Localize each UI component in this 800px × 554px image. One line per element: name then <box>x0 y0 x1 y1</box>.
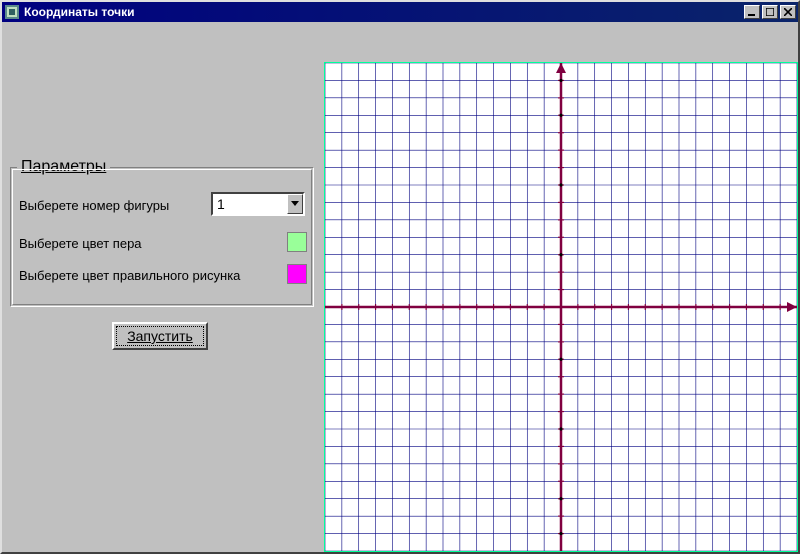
maximize-button[interactable] <box>762 5 778 19</box>
window-buttons <box>744 5 796 19</box>
minimize-button[interactable] <box>744 5 760 19</box>
dropdown-arrow-icon[interactable] <box>287 194 303 214</box>
close-button[interactable] <box>780 5 796 19</box>
parameters-group: Параметры Выберете номер фигуры 1 Выбере… <box>10 167 314 307</box>
run-button[interactable]: Запустить <box>112 322 208 350</box>
app-window: Координаты точки Параметры Выберете номе… <box>0 0 800 554</box>
figure-number-value: 1 <box>213 196 287 212</box>
correct-color-swatch[interactable] <box>287 264 307 284</box>
coordinate-plane[interactable] <box>324 62 798 552</box>
pen-color-swatch[interactable] <box>287 232 307 252</box>
title-bar: Координаты точки <box>2 2 798 22</box>
figure-number-label: Выберете номер фигуры <box>19 198 169 213</box>
client-area: Параметры Выберете номер фигуры 1 Выбере… <box>2 22 798 552</box>
correct-color-label: Выберете цвет правильного рисунка <box>19 268 240 283</box>
window-title: Координаты точки <box>24 5 744 19</box>
run-button-label: Запустить <box>116 326 204 346</box>
pen-color-label: Выберете цвет пера <box>19 236 142 251</box>
figure-number-select[interactable]: 1 <box>211 192 305 216</box>
app-icon <box>4 4 20 20</box>
parameters-legend: Параметры <box>17 158 110 176</box>
